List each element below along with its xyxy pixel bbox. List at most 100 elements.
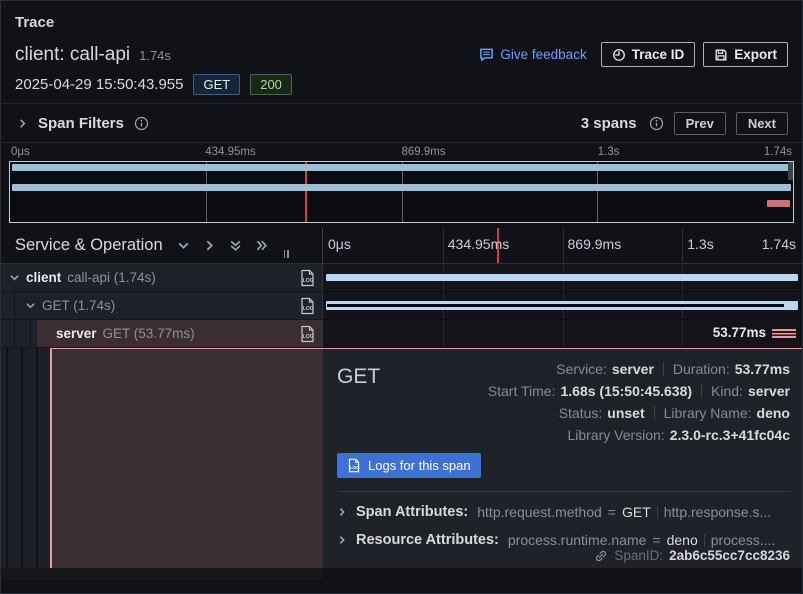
span-detail-panel: GET Service: server Duration: 53.77ms St…: [323, 348, 802, 568]
span-bar-client[interactable]: [326, 274, 798, 281]
span-detail-title: GET: [337, 359, 380, 443]
service-value: server: [612, 361, 654, 377]
kind-label: Kind:: [711, 383, 743, 399]
resource-attributes-expander[interactable]: Resource Attributes: process.runtime.nam…: [337, 532, 790, 548]
http-status-badge: 200: [250, 74, 292, 95]
span-row-client[interactable]: client call-api (1.74s) LOG: [1, 264, 802, 292]
prev-span-button[interactable]: Prev: [674, 112, 726, 135]
log-badge-icon[interactable]: LOG: [299, 297, 316, 315]
span-service: client: [26, 270, 61, 285]
timeline-ruler[interactable]: 0μs 434.95ms 869.9ms 1.3s 1.74s: [323, 228, 802, 263]
attribute-key: http.request.method: [477, 504, 602, 520]
minimap-cursor-line: [305, 162, 307, 222]
span-id-value: 2ab6c55cc7cc8236: [669, 548, 790, 563]
span-duration-label: 53.77ms: [713, 325, 766, 340]
span-filters-toggle[interactable]: Span Filters: [17, 115, 149, 132]
span-detail-area: GET Service: server Duration: 53.77ms St…: [1, 348, 802, 580]
copy-icon: [612, 48, 626, 62]
span-attributes-label: Span Attributes:: [356, 504, 468, 520]
attribute-value: deno: [667, 532, 698, 548]
minimap-span-bar-client: [12, 164, 791, 171]
trace-panel: Trace client: call-api 1.74s Give feedba…: [0, 0, 803, 594]
status-label: Status:: [559, 405, 603, 421]
tick-label: 0μs: [328, 236, 351, 252]
span-row-server[interactable]: server GET (53.77ms) LOG 53.77ms: [1, 320, 802, 348]
info-icon[interactable]: [649, 116, 664, 131]
minimap-span-bar-get: [12, 184, 791, 191]
span-operation: call-api (1.74s): [67, 270, 156, 285]
span-operation: GET (1.74s): [42, 298, 115, 313]
chevron-right-icon: [337, 535, 347, 545]
span-id-row: SpanID: 2ab6c55cc7cc8236: [594, 548, 790, 563]
span-bar-get[interactable]: [326, 301, 798, 310]
tick-label: 434.95ms: [448, 236, 509, 252]
log-badge-icon[interactable]: LOG: [299, 325, 316, 343]
minimap-span-bar-server: [767, 200, 790, 207]
library-version-value: 2.3.0-rc.3+41fc04c: [670, 427, 790, 443]
next-span-button[interactable]: Next: [736, 112, 788, 135]
span-count: 3 spans: [581, 115, 637, 132]
svg-text:LOG: LOG: [303, 306, 314, 312]
trace-id-button[interactable]: Trace ID: [601, 42, 696, 67]
status-value: unset: [607, 405, 644, 421]
svg-text:LOG: LOG: [350, 465, 360, 470]
tick-label: 1.74s: [764, 146, 792, 158]
info-icon[interactable]: [134, 116, 149, 131]
span-attributes-expander[interactable]: Span Attributes: http.request.method = G…: [337, 504, 790, 520]
expand-one-icon[interactable]: [203, 239, 216, 252]
span-filters-bar: Span Filters 3 spans Prev Next: [1, 103, 802, 143]
give-feedback-link[interactable]: Give feedback: [479, 47, 586, 62]
chevron-down-icon[interactable]: [9, 272, 20, 283]
span-row-get[interactable]: GET (1.74s) LOG: [1, 292, 802, 320]
collapse-all-icon[interactable]: [229, 239, 242, 252]
tick-label: 1.74s: [762, 236, 796, 252]
tick-label: 434.95ms: [205, 146, 256, 158]
span-service: server: [56, 326, 97, 341]
span-bar-server[interactable]: [772, 329, 796, 338]
library-name-label: Library Name:: [664, 405, 752, 421]
minimap-gridline: [597, 162, 598, 222]
timeline-header: Service & Operation: [1, 228, 802, 264]
minimap-drag-handle[interactable]: [788, 162, 793, 180]
tick-label: 869.9ms: [402, 146, 446, 158]
trace-start-timestamp: 2025-04-29 15:50:43.955: [15, 76, 183, 93]
tick-label: 0μs: [11, 146, 30, 158]
library-version-label: Library Version:: [567, 427, 664, 443]
resource-attributes-label: Resource Attributes:: [356, 532, 499, 548]
column-resize-handle[interactable]: [284, 250, 289, 258]
link-icon[interactable]: [594, 549, 608, 563]
expand-all-icon[interactable]: [255, 239, 268, 252]
service-label: Service:: [556, 361, 607, 377]
tick-label: 869.9ms: [568, 236, 622, 252]
minimap-gridline: [206, 162, 207, 222]
logs-for-span-button[interactable]: LOG Logs for this span: [337, 453, 481, 478]
attribute-more: process....: [711, 532, 776, 548]
ruler-divider: [563, 228, 564, 263]
chevron-right-icon: [17, 118, 28, 129]
kind-value: server: [748, 383, 790, 399]
trace-minimap: 0μs 434.95ms 869.9ms 1.3s 1.74s: [1, 143, 802, 228]
log-badge-icon[interactable]: LOG: [299, 269, 316, 287]
export-button[interactable]: Export: [703, 42, 788, 67]
tick-label: 1.3s: [687, 236, 713, 252]
trace-header: Trace client: call-api 1.74s Give feedba…: [1, 1, 802, 103]
svg-text:LOG: LOG: [303, 278, 314, 284]
selected-span-highlight: [50, 348, 323, 568]
log-file-icon: LOG: [347, 458, 361, 473]
service-operation-header: Service & Operation: [15, 236, 163, 255]
trace-duration: 1.74s: [139, 48, 171, 63]
chevron-down-icon[interactable]: [25, 300, 36, 311]
span-id-label: SpanID:: [614, 548, 663, 563]
collapse-one-icon[interactable]: [177, 239, 190, 252]
span-rows: client call-api (1.74s) LOG GET (1.74s): [1, 264, 802, 348]
minimap-viewport[interactable]: [9, 161, 794, 223]
panel-title: Trace: [15, 14, 788, 31]
trace-title: client: call-api: [15, 44, 130, 66]
start-time-label: Start Time:: [488, 383, 556, 399]
attribute-more: http.response.s...: [664, 504, 771, 520]
minimap-gridline: [402, 162, 403, 222]
span-detail-left-gutter: [1, 348, 323, 580]
span-operation: GET (53.77ms): [103, 326, 195, 341]
span-filters-title: Span Filters: [38, 115, 124, 132]
minimap-ticks: 0μs 434.95ms 869.9ms 1.3s 1.74s: [9, 146, 794, 161]
